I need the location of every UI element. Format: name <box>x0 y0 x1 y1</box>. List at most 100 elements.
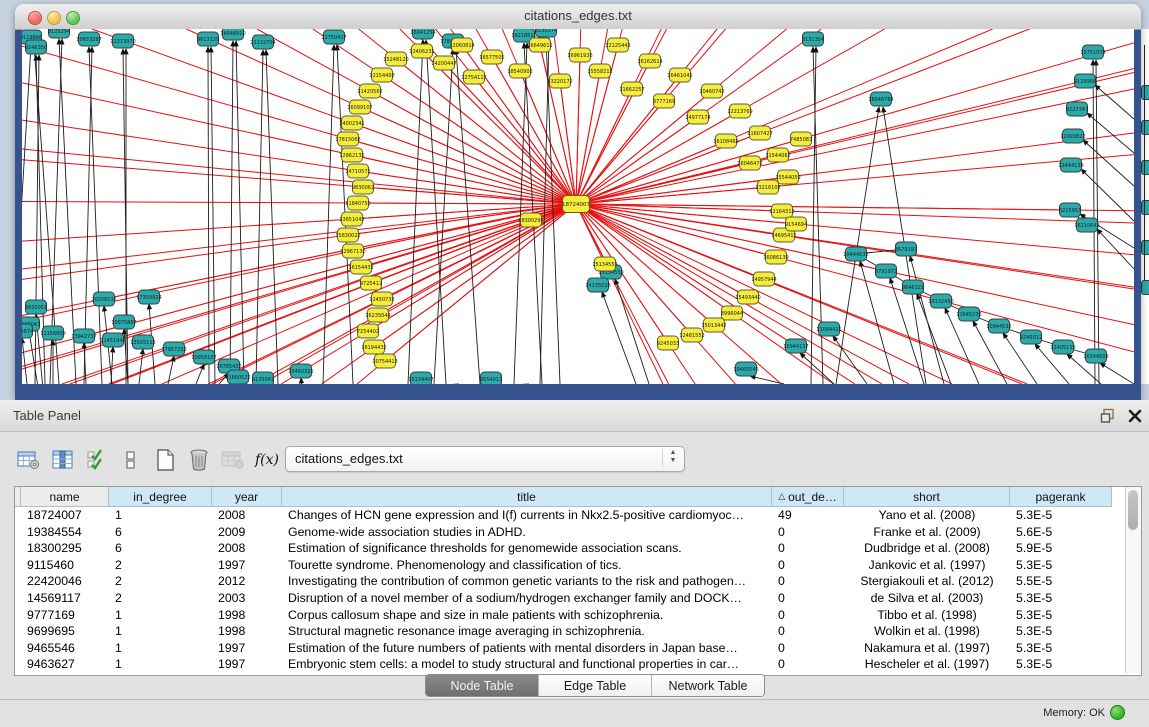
cell-pagerank[interactable]: 5.3E-5 <box>1010 656 1112 673</box>
graph-node[interactable]: 14957944 <box>751 272 776 286</box>
cell-in_degree[interactable]: 1 <box>109 656 212 673</box>
graph-node[interactable]: 11156809 <box>40 326 65 340</box>
graph-node[interactable]: 10975887 <box>111 315 136 329</box>
graph-node[interactable]: 14200447 <box>431 56 456 70</box>
graph-node[interactable]: 10944532 <box>986 319 1011 333</box>
cell-out_degree[interactable]: 0 <box>772 607 844 624</box>
graph-node[interactable]: 13216108 <box>755 180 780 194</box>
graph-node[interactable]: 13220172 <box>547 74 572 88</box>
graph-node[interactable]: 15830022 <box>335 228 360 242</box>
graph-node[interactable]: 15558212 <box>587 64 612 78</box>
cell-year[interactable]: 1998 <box>212 607 282 624</box>
cell-short[interactable]: Franke et al. (2009) <box>844 524 1010 541</box>
graph-node[interactable]: 20206536 <box>91 292 116 306</box>
cell-name[interactable]: 9777169 <box>21 607 109 624</box>
deselect-rows-icon[interactable] <box>116 446 146 474</box>
graph-node[interactable]: 17815068 <box>335 132 360 146</box>
graph-node[interactable]: 12967130 <box>340 244 365 258</box>
graph-node[interactable]: 13651042 <box>339 212 364 226</box>
graph-node[interactable]: 9135042 <box>252 372 274 384</box>
new-column-icon[interactable] <box>150 446 180 474</box>
tab-node-table[interactable]: Node Table <box>426 675 539 696</box>
graph-node[interactable]: 16210643 <box>1074 218 1099 232</box>
graph-node[interactable]: 16646910 <box>220 29 245 40</box>
graph-node[interactable]: 22060814 <box>449 38 474 52</box>
cell-in_degree[interactable]: 1 <box>109 640 212 657</box>
cell-year[interactable]: 1998 <box>212 623 282 640</box>
graph-node[interactable]: 12481553 <box>679 328 704 342</box>
graph-node[interactable]: 12405113 <box>1050 340 1075 354</box>
cell-short[interactable]: Wolkin et al. (1998) <box>844 623 1010 640</box>
cell-pagerank[interactable]: 5.3E-5 <box>1010 640 1112 657</box>
graph-node[interactable]: 15013442 <box>701 318 726 332</box>
cell-year[interactable]: 2008 <box>212 540 282 557</box>
graph-node[interactable]: 9245033 <box>657 336 679 350</box>
select-all-icon[interactable] <box>82 446 112 474</box>
cell-short[interactable]: Nakamura et al. (1997) <box>844 640 1010 657</box>
column-header-year[interactable]: year <box>212 487 282 507</box>
cell-out_degree[interactable]: 0 <box>772 656 844 673</box>
cell-out_degree[interactable]: 0 <box>772 573 844 590</box>
graph-node[interactable]: 15493440 <box>735 290 760 304</box>
graph-node[interactable]: 16041254 <box>410 29 435 39</box>
graph-node[interactable]: 12962135 <box>339 148 364 162</box>
graph-node[interactable]: 12093822 <box>1060 129 1085 143</box>
graph-node[interactable]: 8130274 <box>535 29 557 37</box>
cell-title[interactable]: Estimation of the future numbers of pati… <box>282 640 772 657</box>
graph-node[interactable]: 11451944 <box>100 333 125 347</box>
graph-node[interactable]: 8996044 <box>721 306 743 320</box>
graph-node[interactable]: 12164312 <box>769 204 794 218</box>
graph-node[interactable]: 9154694 <box>785 217 807 231</box>
cell-name[interactable]: 9463627 <box>21 656 109 673</box>
float-panel-icon[interactable] <box>1100 408 1116 424</box>
table-scrollbar[interactable] <box>1125 487 1141 673</box>
cell-in_degree[interactable]: 1 <box>109 507 212 524</box>
graph-node[interactable]: 7254402 <box>357 324 379 338</box>
graph-node[interactable]: 9830062 <box>352 180 374 194</box>
graph-node[interactable]: 10465546 <box>733 362 758 376</box>
graph-node[interactable]: 16134407 <box>408 372 433 384</box>
cell-year[interactable]: 1997 <box>212 656 282 673</box>
cell-name[interactable]: 9465546 <box>21 640 109 657</box>
cell-year[interactable]: 1997 <box>212 640 282 657</box>
graph-node[interactable]: 16108462 <box>713 134 738 148</box>
graph-node[interactable]: 16961936 <box>567 48 592 62</box>
network-graph[interactable]: 9119846812529410653287924635011313970961… <box>22 29 1134 384</box>
table-row[interactable]: 946362711997Embryonic stem cells: a mode… <box>15 656 1125 673</box>
graph-node[interactable]: 12444138 <box>1058 158 1083 172</box>
cell-year[interactable]: 2012 <box>212 573 282 590</box>
graph-node[interactable]: 9777169 <box>653 94 675 108</box>
cell-in_degree[interactable]: 1 <box>109 607 212 624</box>
table-row[interactable]: 911546021997Tourette syndrome. Phenomeno… <box>15 557 1125 574</box>
graph-node[interactable]: 10754413 <box>372 354 397 368</box>
graph-node[interactable]: 9554013 <box>480 372 502 384</box>
graph-node[interactable]: 9725412 <box>360 276 382 290</box>
cell-year[interactable]: 2009 <box>212 524 282 541</box>
table-settings-icon[interactable] <box>14 446 44 474</box>
graph-node[interactable]: 16649611 <box>527 38 552 52</box>
graph-node[interactable]: 14977174 <box>685 110 710 124</box>
cell-pagerank[interactable]: 5.9E-5 <box>1010 540 1112 557</box>
graph-node[interactable]: 10244508 <box>1083 349 1108 363</box>
graph-node[interactable]: 10944117 <box>783 339 808 353</box>
cell-name[interactable]: 9699695 <box>21 623 109 640</box>
graph-node[interactable]: 16154433 <box>348 260 373 274</box>
delete-column-icon[interactable] <box>184 446 214 474</box>
graph-node[interactable]: 17957253 <box>161 342 186 356</box>
graph-node[interactable]: 10653287 <box>76 32 101 46</box>
cell-name[interactable]: 9115460 <box>21 557 109 574</box>
graph-node[interactable]: 15248120 <box>383 52 408 66</box>
cell-name[interactable]: 22420046 <box>21 573 109 590</box>
graph-node[interactable]: 8650051 <box>25 300 47 314</box>
graph-node[interactable]: 8791972 <box>875 264 897 278</box>
cell-title[interactable]: Genome-wide association studies in ADHD. <box>282 524 772 541</box>
graph-node[interactable]: 11662257 <box>619 82 644 96</box>
graph-node[interactable]: 8125294 <box>48 29 70 38</box>
cell-pagerank[interactable]: 5.3E-5 <box>1010 590 1112 607</box>
table-row[interactable]: 946554611997Estimation of the future num… <box>15 640 1125 657</box>
tab-edge-table[interactable]: Edge Table <box>539 675 652 696</box>
cell-in_degree[interactable]: 2 <box>109 557 212 574</box>
graph-node[interactable]: 16648784 <box>868 92 893 106</box>
graph-node[interactable]: 9227343 <box>1066 102 1088 116</box>
graph-node[interactable]: 18724007 <box>562 196 590 213</box>
